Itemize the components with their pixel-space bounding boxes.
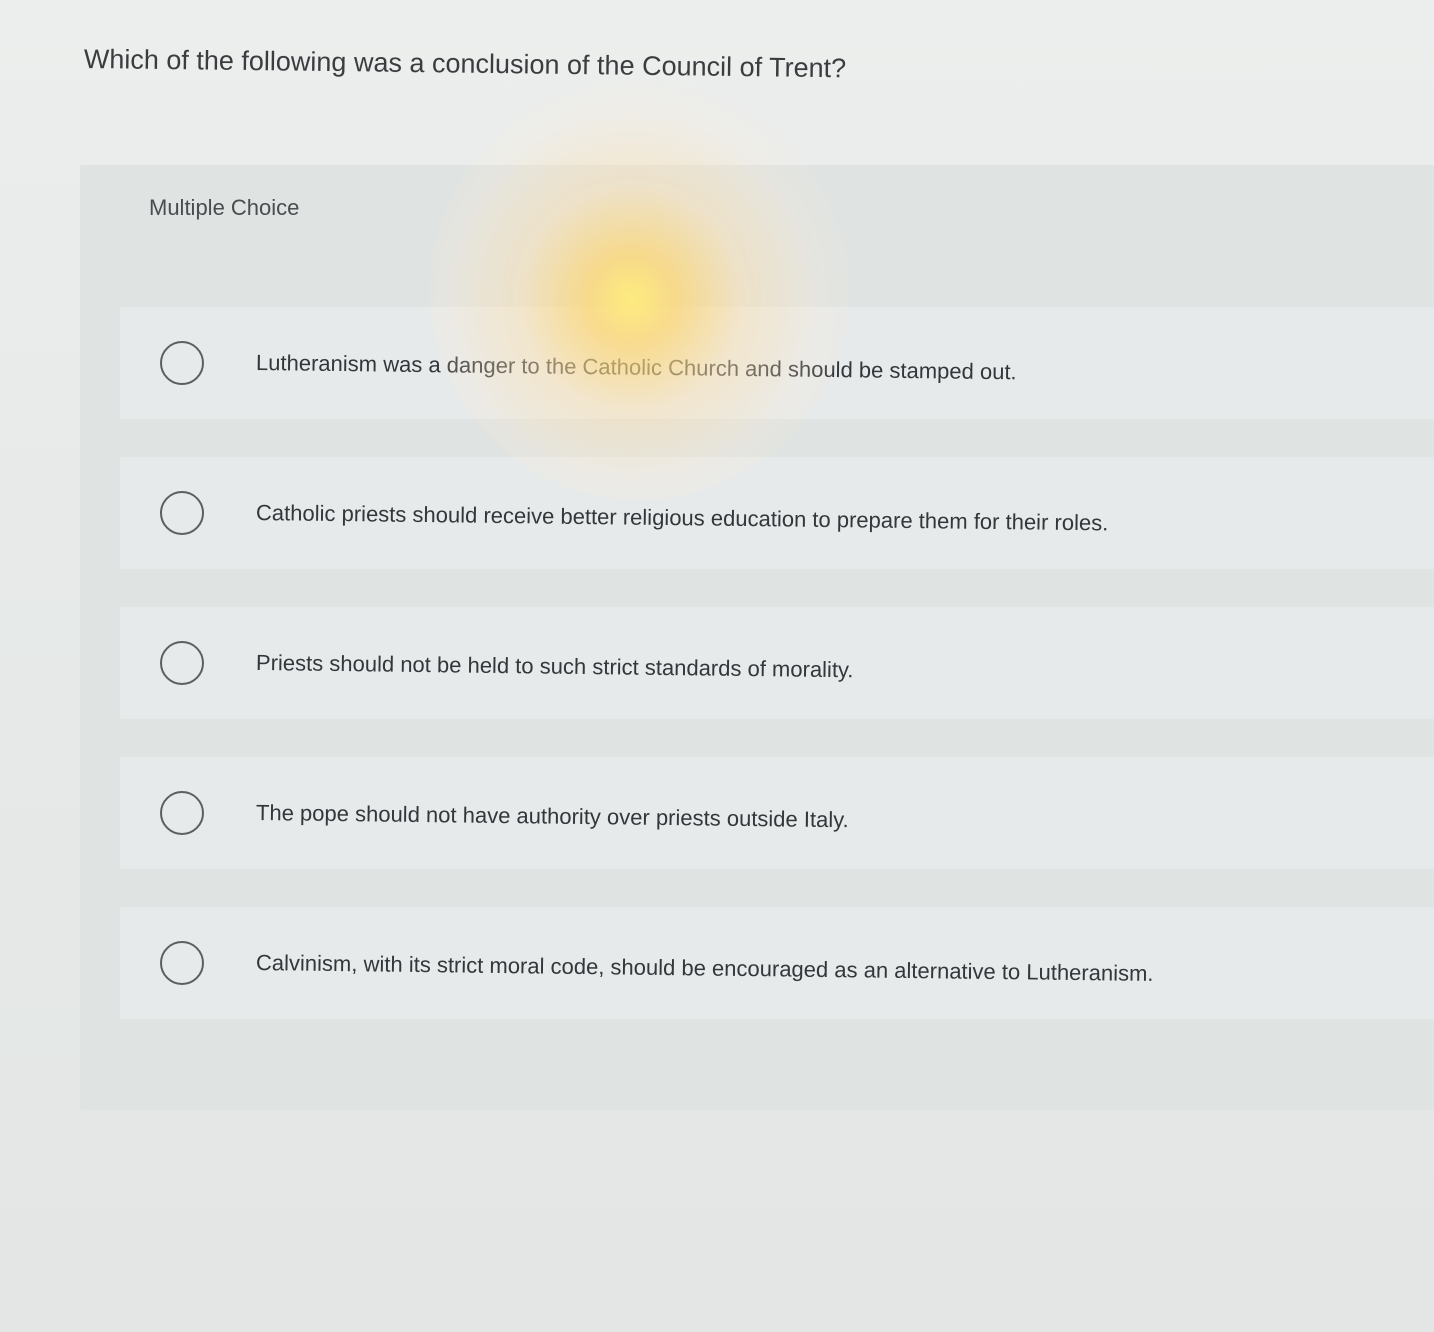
multiple-choice-panel: Multiple Choice Lutheranism was a danger… bbox=[80, 165, 1434, 1110]
radio-button-icon[interactable] bbox=[160, 341, 204, 385]
answer-option-label: Catholic priests should receive better r… bbox=[255, 500, 1109, 536]
answer-option-4[interactable]: The pope should not have authority over … bbox=[120, 757, 1434, 869]
answer-option-1[interactable]: Lutheranism was a danger to the Catholic… bbox=[120, 307, 1434, 419]
question-text: Which of the following was a conclusion … bbox=[83, 44, 847, 84]
radio-button-icon[interactable] bbox=[160, 941, 204, 985]
answer-option-2[interactable]: Catholic priests should receive better r… bbox=[120, 457, 1434, 569]
answer-options: Lutheranism was a danger to the Catholic… bbox=[80, 165, 1434, 1110]
radio-button-icon[interactable] bbox=[160, 791, 204, 835]
answer-option-label: Priests should not be held to such stric… bbox=[255, 650, 854, 683]
answer-option-label: The pope should not have authority over … bbox=[255, 800, 849, 833]
radio-button-icon[interactable] bbox=[160, 641, 204, 685]
answer-option-label: Lutheranism was a danger to the Catholic… bbox=[255, 350, 1017, 385]
answer-option-label: Calvinism, with its strict moral code, s… bbox=[255, 950, 1154, 986]
answer-option-5[interactable]: Calvinism, with its strict moral code, s… bbox=[120, 907, 1434, 1019]
radio-button-icon[interactable] bbox=[160, 491, 204, 535]
answer-option-3[interactable]: Priests should not be held to such stric… bbox=[120, 607, 1434, 719]
quiz-page: Which of the following was a conclusion … bbox=[0, 0, 1434, 1332]
